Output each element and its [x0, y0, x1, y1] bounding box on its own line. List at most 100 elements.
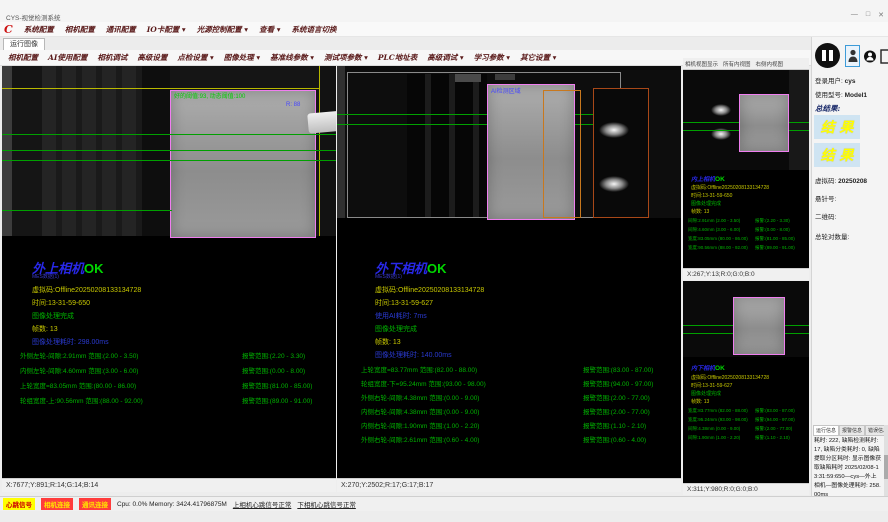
menu-light-config[interactable]: 光源控制配置 ▾ — [197, 24, 248, 35]
tool-image-processing[interactable]: 图像处理 ▾ — [224, 52, 260, 63]
mini-view-tabbar: 相机视图显示 所有内视图 右侧内视图 — [683, 58, 809, 70]
part-region-box — [733, 297, 785, 355]
tool-baseline-params[interactable]: 基准线参数 ▾ — [270, 52, 314, 63]
tool-advanced-settings[interactable]: 高级设置 — [137, 52, 167, 63]
alarm-range-text: 报警:(81.00 - 85.00) — [755, 236, 795, 242]
close-button[interactable]: ✕ — [878, 11, 884, 19]
measurement-row: 上轮宽度=83.05mm 范围:(80.00 - 86.00)报警范围:(81.… — [2, 380, 336, 390]
mini-tab-right-inner[interactable]: 右侧内视图 — [756, 60, 784, 68]
menu-language-switch[interactable]: 系统语言切换 — [291, 24, 336, 35]
measurement-text: 间隙:4.38mm (0.00 - 9.00) — [688, 426, 740, 432]
mini2-statusbar: X:311;Y:980;R:0;G:0;B:0 — [683, 483, 809, 495]
tool-ai-config[interactable]: AI使用配置 — [48, 52, 87, 63]
time-line: 时间:13-31-59-627 — [691, 382, 732, 389]
machine-bar — [320, 66, 336, 236]
pause-icon — [822, 50, 826, 61]
tool-camera-debug[interactable]: 相机调试 — [97, 52, 127, 63]
window-title: CYS-视觉检测系统 — [6, 12, 61, 22]
tool-advanced-debug[interactable]: 高级调试 ▾ — [427, 52, 463, 63]
camera-connection-badge: 相机连接 — [41, 498, 73, 510]
heartbeat-status-badge: 心跳信号 — [3, 498, 35, 510]
window-controls: — □ ✕ — [851, 11, 884, 19]
result-ok-badge: OK — [715, 176, 725, 183]
barcode-line: 虚拟码:Offline20250208133134728 — [691, 374, 769, 381]
model-row: 使用型号: Model1 — [815, 89, 867, 99]
alarm-range-text: 报警:(2.20 - 3.30) — [755, 218, 790, 224]
login-user-value: cys — [845, 78, 856, 85]
menu-view[interactable]: 查看 ▾ — [259, 24, 280, 35]
frame-count-line: 帧数: 13 — [375, 337, 401, 347]
barcode-line: 虚拟码:Offline20250208133134728 — [32, 285, 141, 295]
measurement-text: 宽度:83.05mm (80.00 - 86.00) — [688, 236, 748, 242]
measurement-text: 宽度:90.56mm (88.00 - 92.00) — [688, 245, 748, 251]
tool-learning-params[interactable]: 学习参数 ▾ — [474, 52, 510, 63]
exit-button[interactable] — [878, 45, 888, 67]
alarm-range-text: 报警:(1.10 - 2.10) — [755, 435, 790, 441]
measurement-row: 外侧右轮-间隙:2.61mm 范围:(0.60 - 4.00)报警范围:(0.6… — [337, 434, 681, 444]
measurement-text: 宽度:83.77mm (82.00 - 88.00) — [688, 408, 748, 414]
menu-io-config[interactable]: IO卡配置 ▾ — [147, 24, 186, 35]
log-tab-alarm-info[interactable]: 报警信息 — [839, 425, 865, 436]
part-region-box — [739, 94, 789, 152]
measurement-row: 轮组宽度-下=95.24mm 范围:(93.00 - 98.00)报警范围:(9… — [337, 378, 681, 388]
calibration-line-horizontal — [2, 88, 320, 89]
menu-comm-config[interactable]: 通讯配置 — [106, 24, 136, 35]
camera-view-outer-upper[interactable]: 好的阈值:93, 动态阈值:100 R: 88 外上相机OK MES数据(1) … — [2, 66, 336, 478]
menu-camera-config[interactable]: 相机配置 — [65, 24, 95, 35]
camera-view-inner-upper[interactable]: 内上相机OK 虚拟码:Offline20250208133134728 时间:1… — [683, 70, 809, 268]
reflection-spot — [599, 176, 629, 192]
measurement-text: 外侧右轮-间隙:4.38mm 范围:(0.00 - 9.00) — [361, 392, 479, 402]
tab-strip: 运行图像 — [0, 37, 888, 51]
middle-view-statusbar: X:270;Y:2502;R:17;G:17;B:17 — [337, 478, 681, 492]
tool-test-params[interactable]: 测试项参数 ▾ — [324, 52, 368, 63]
alarm-range-text: 报警:(83.00 - 87.00) — [755, 408, 795, 414]
operator-mode-button[interactable] — [845, 45, 860, 67]
camera-name: 内上相机 — [691, 176, 715, 183]
time-line: 时间:13-31-59-650 — [32, 298, 90, 308]
login-user-label: 登录用户: — [815, 78, 843, 85]
ai-time-line: 使用AI耗时: 7ms — [375, 311, 427, 321]
virtual-code-value: 20250208 — [838, 178, 867, 185]
alarm-range-text: 报警范围:(0.60 - 4.00) — [583, 434, 646, 444]
pause-button[interactable] — [815, 43, 840, 68]
log-tabbar: 运行信息 报警信息 错误信息 — [813, 425, 885, 436]
menu-system-config[interactable]: 系统配置 — [24, 24, 54, 35]
camera-name: 内下相机 — [691, 365, 715, 372]
model-label: 使用型号: — [815, 92, 843, 99]
wheel-count-row: 总轮对数量: — [815, 231, 849, 241]
alarm-range-text: 报警:(2.00 - 77.00) — [755, 426, 792, 432]
log-scrollbar-thumb[interactable] — [884, 455, 888, 479]
time-line: 时间:13-31-59-627 — [375, 298, 433, 308]
mini-tab-all-inner[interactable]: 所有内视图 — [723, 60, 751, 68]
measurement-text: 上轮宽度=83.77mm 范围:(82.00 - 88.00) — [361, 364, 477, 374]
minimize-button[interactable]: — — [851, 11, 858, 19]
processing-done-line: 图像处理完成 — [32, 311, 74, 321]
title-bar: CYS-视觉检测系统 — □ ✕ — [0, 0, 888, 23]
measurement-text: 外侧左轮-间隙:2.91mm 范围:(2.00 - 3.50) — [20, 350, 138, 360]
tool-camera-config[interactable]: 相机配置 — [8, 52, 38, 63]
measurement-row: 内侧右轮-间隙:1.90mm 范围:(1.00 - 2.20)报警范围:(1.1… — [337, 420, 681, 430]
measurement-row: 上轮宽度=83.77mm 范围:(82.00 - 88.00)报警范围:(83.… — [337, 364, 681, 374]
total-result-label: 总结果: — [815, 103, 840, 114]
camera-view-inner-lower[interactable]: 内下相机OK 虚拟码:Offline20250208133134728 时间:1… — [683, 281, 809, 483]
app-logo-icon: C — [4, 24, 13, 35]
barcode-line: 虚拟码:Offline20250208133134728 — [691, 184, 769, 191]
login-user-row: 登录用户: cys — [815, 75, 855, 85]
user-dark-icon — [864, 50, 876, 64]
alarm-range-text: 报警范围:(94.00 - 97.00) — [583, 378, 653, 388]
machine-highlight — [495, 74, 515, 80]
r-value-overlay-label: R: 88 — [286, 102, 300, 108]
alarm-range-text: 报警范围:(81.00 - 85.00) — [242, 380, 312, 390]
alarm-range-text: 报警范围:(2.00 - 77.00) — [583, 406, 650, 416]
admin-mode-button[interactable] — [863, 48, 876, 65]
defect-detection-box — [593, 88, 649, 218]
frame-count-line: 帧数: 13 — [691, 208, 709, 215]
result-ok-badge: OK — [715, 365, 725, 372]
maximize-button[interactable]: □ — [866, 11, 870, 19]
tool-other-settings[interactable]: 其它设置 ▾ — [520, 52, 556, 63]
camera-view-outer-lower[interactable]: AI检测区域 外下相机OK MES数据(1) 虚拟码:Offline202502… — [337, 66, 681, 478]
tool-plc-address[interactable]: PLC地址表 — [378, 52, 417, 63]
tool-spot-check[interactable]: 点检设置 ▾ — [177, 52, 213, 63]
part-region-box — [170, 90, 316, 238]
log-tab-run-info[interactable]: 运行信息 — [813, 425, 839, 436]
